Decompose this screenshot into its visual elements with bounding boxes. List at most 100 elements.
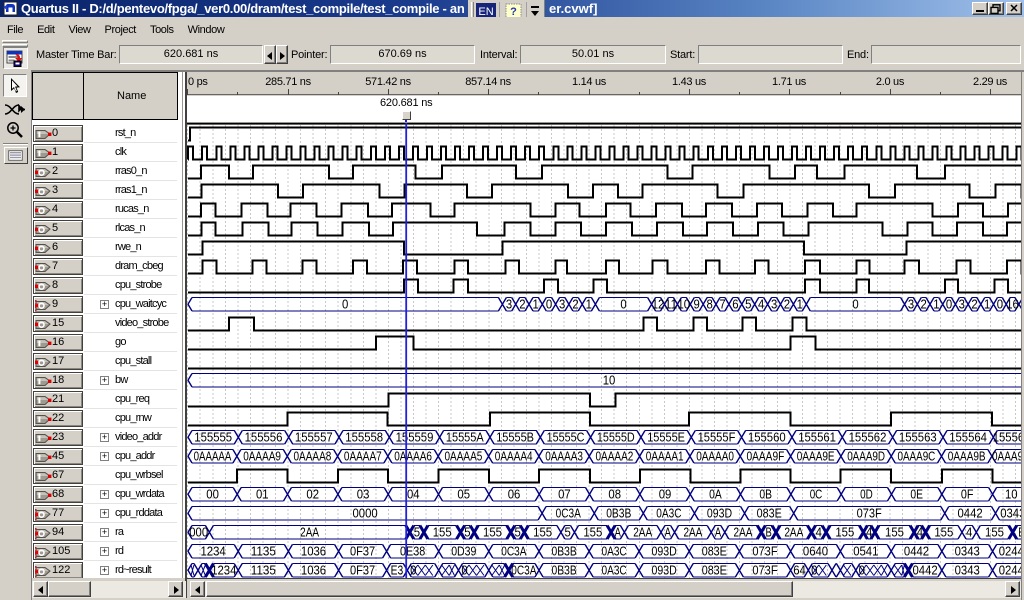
svg-text:0AAA9C: 0AAA9C (898, 449, 936, 463)
svg-text:A: A (615, 525, 622, 539)
svg-text:155: 155 (885, 525, 904, 539)
svg-text:0B3B: 0B3B (552, 563, 577, 577)
svg-text:0442: 0442 (913, 563, 938, 577)
svg-text:0AAAA1: 0AAAA1 (646, 449, 684, 463)
svg-text:0AAAA3: 0AAAA3 (545, 449, 583, 463)
svg-text:0A: 0A (709, 487, 722, 501)
svg-text:10: 10 (603, 373, 616, 387)
svg-text:0F37: 0F37 (350, 563, 375, 577)
svg-text:0B3B: 0B3B (552, 544, 577, 558)
svg-text:1: 1 (532, 297, 538, 311)
svg-text:155556: 155556 (245, 430, 283, 444)
svg-text:A: A (665, 525, 672, 539)
svg-text:2AA: 2AA (633, 525, 652, 539)
svg-text:0: 0 (342, 297, 348, 311)
svg-text:093D: 093D (652, 544, 677, 558)
svg-text:1036: 1036 (301, 544, 326, 558)
svg-text:2AA: 2AA (784, 525, 803, 539)
svg-text:155558: 155558 (345, 430, 383, 444)
svg-text:073F: 073F (752, 563, 778, 577)
svg-text:1: 1 (933, 297, 939, 311)
svg-text:2AA: 2AA (300, 525, 319, 539)
svg-text:0343: 0343 (955, 544, 980, 558)
svg-text:3: 3 (559, 297, 565, 311)
svg-text:9: 9 (694, 297, 700, 311)
svg-text:1: 1 (984, 297, 990, 311)
svg-text:E3: E3 (391, 563, 404, 577)
svg-text:0B: 0B (759, 487, 772, 501)
svg-text:5: 5 (745, 297, 751, 311)
svg-text:0AAAA4: 0AAAA4 (495, 449, 533, 463)
svg-text:155560: 155560 (748, 430, 786, 444)
svg-text:155: 155 (835, 525, 854, 539)
svg-text:155: 155 (483, 525, 502, 539)
svg-text:0: 0 (811, 563, 817, 577)
svg-text:0AAAA8: 0AAAA8 (294, 449, 332, 463)
svg-text:0AAA9A: 0AAA9A (992, 449, 1021, 463)
svg-text:0AAAAA: 0AAAAA (194, 449, 232, 463)
svg-text:0AAA9E: 0AAA9E (797, 449, 835, 463)
svg-text:2: 2 (784, 297, 790, 311)
svg-text:10: 10 (1005, 487, 1018, 501)
svg-text:0AAAA2: 0AAAA2 (596, 449, 634, 463)
svg-text:155: 155 (533, 525, 552, 539)
svg-text:2: 2 (572, 297, 578, 311)
svg-text:0AAA9B: 0AAA9B (948, 449, 986, 463)
svg-text:0000: 0000 (353, 506, 378, 520)
svg-text:02: 02 (306, 487, 319, 501)
svg-text:64: 64 (793, 563, 806, 577)
svg-text:093D: 093D (652, 563, 677, 577)
svg-text:0640: 0640 (803, 544, 828, 558)
svg-text:5: 5 (464, 525, 470, 539)
svg-text:0: 0 (859, 563, 865, 577)
svg-text:0B3B: 0B3B (606, 506, 631, 520)
svg-text:4: 4 (758, 297, 764, 311)
svg-text:01: 01 (256, 487, 269, 501)
svg-text:155: 155 (583, 525, 602, 539)
svg-text:3: 3 (771, 297, 777, 311)
svg-text:155559: 155559 (396, 430, 434, 444)
svg-text:093D: 093D (707, 506, 732, 520)
svg-text:16: 16 (1006, 297, 1019, 311)
svg-text:3: 3 (908, 297, 914, 311)
svg-text:0A3C: 0A3C (602, 563, 627, 577)
svg-text:12: 12 (652, 297, 665, 311)
svg-text:0D: 0D (860, 487, 873, 501)
svg-text:03: 03 (357, 487, 370, 501)
svg-text:0AAAA5: 0AAAA5 (445, 449, 483, 463)
svg-text:09: 09 (659, 487, 672, 501)
svg-text:5: 5 (414, 525, 420, 539)
svg-text:0: 0 (410, 563, 416, 577)
svg-text:4: 4 (966, 525, 972, 539)
svg-text:0: 0 (997, 297, 1003, 311)
svg-text:1135: 1135 (251, 563, 276, 577)
svg-text:083E: 083E (757, 506, 782, 520)
svg-text:08: 08 (608, 487, 621, 501)
svg-text:0AAA9D: 0AAA9D (847, 449, 885, 463)
svg-text:15555E: 15555E (647, 430, 685, 444)
svg-text:073F: 073F (857, 506, 883, 520)
svg-text:0C3A: 0C3A (511, 563, 537, 577)
svg-text:2AA: 2AA (734, 525, 753, 539)
svg-text:0: 0 (546, 297, 552, 311)
svg-text:0C: 0C (810, 487, 823, 501)
svg-text:083E: 083E (702, 563, 727, 577)
svg-text:0E38: 0E38 (400, 544, 425, 558)
svg-text:0541: 0541 (853, 544, 878, 558)
svg-text:0E: 0E (910, 487, 923, 501)
svg-text:B: B (765, 525, 771, 539)
svg-text:0AAAA0: 0AAAA0 (696, 449, 734, 463)
svg-text:0: 0 (461, 563, 467, 577)
svg-text:000: 000 (189, 525, 208, 539)
svg-text:155: 155 (985, 525, 1004, 539)
svg-text:0: 0 (852, 297, 858, 311)
svg-text:1234: 1234 (211, 563, 236, 577)
svg-text:5: 5 (514, 525, 520, 539)
svg-text:1036: 1036 (301, 563, 326, 577)
svg-text:0343: 0343 (955, 563, 980, 577)
svg-text:4: 4 (866, 525, 872, 539)
svg-text:0AAA9F: 0AAA9F (747, 449, 785, 463)
svg-text:0442: 0442 (958, 506, 983, 520)
svg-text:2: 2 (519, 297, 525, 311)
svg-text:5: 5 (565, 525, 571, 539)
